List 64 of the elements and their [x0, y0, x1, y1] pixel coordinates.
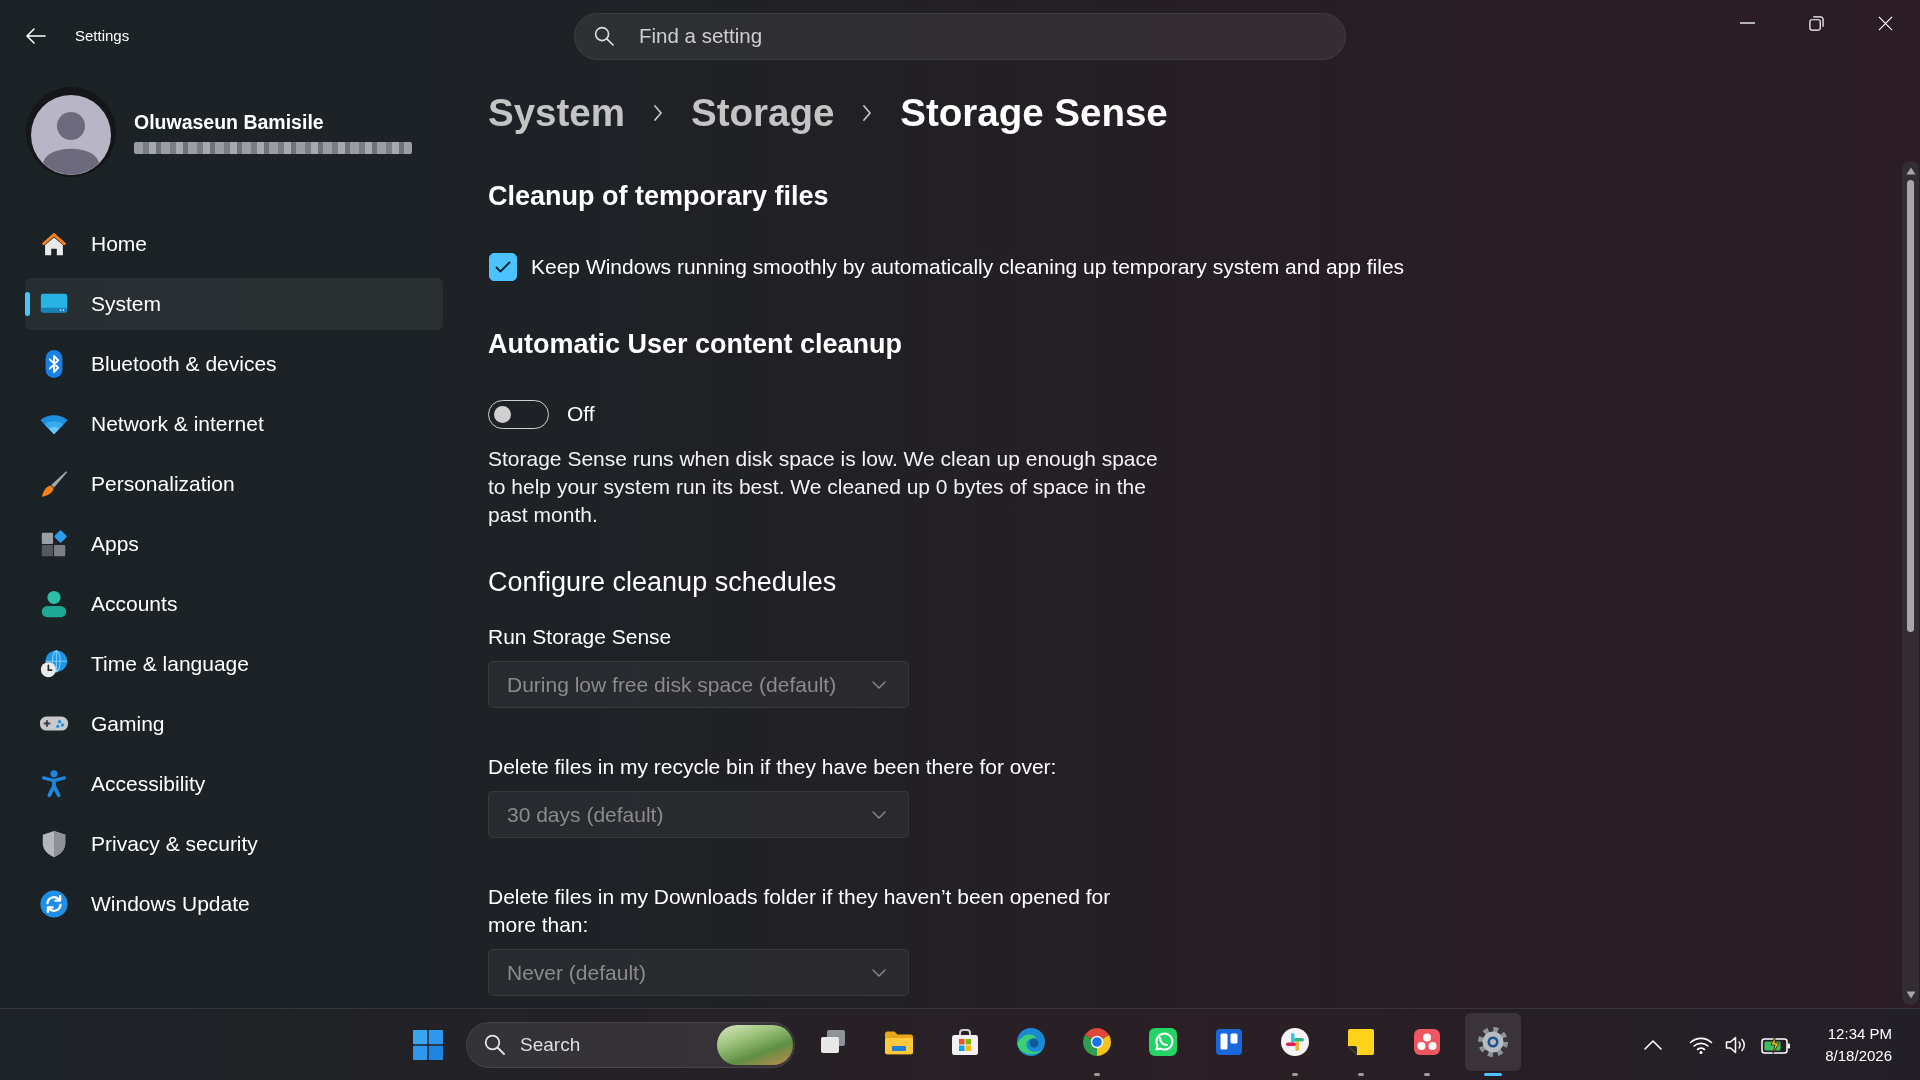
person-icon	[39, 589, 69, 619]
checkbox-label: Keep Windows running smoothly by automatically cleaning up temporary system and app files	[531, 255, 1405, 279]
accessibility-icon	[39, 769, 69, 799]
chevron-right-icon	[862, 104, 873, 122]
search-icon	[594, 25, 614, 46]
back-arrow-icon	[26, 28, 46, 44]
four-squares-icon	[413, 1029, 443, 1060]
chevron-right-icon	[652, 104, 663, 122]
globe-clock-icon	[39, 649, 69, 679]
account-name: Oluwaseun Bamisile	[134, 110, 325, 134]
taskbar-app-button[interactable]	[1465, 1012, 1521, 1071]
nav-item[interactable]: Home	[25, 218, 443, 270]
wave-circle-icon	[1015, 1025, 1047, 1058]
tricolor-circle-icon	[1081, 1025, 1113, 1058]
nav-item[interactable]: Time & language	[25, 638, 443, 690]
gear-icon	[1477, 1025, 1509, 1058]
minimize-icon	[1740, 22, 1755, 24]
close-icon	[1878, 15, 1893, 31]
section-heading: Cleanup of temporary files	[488, 180, 829, 213]
clock-date: 8/18/2026	[1825, 1045, 1892, 1066]
checkbox[interactable]	[489, 253, 517, 281]
setting-label: Delete files in my recycle bin if they have been there for over:	[488, 754, 1058, 780]
apps-grid-icon	[39, 529, 69, 559]
checkmark-icon	[495, 261, 511, 273]
wifi-icon[interactable]	[1689, 1035, 1714, 1054]
window-title: Settings	[75, 26, 130, 46]
restore-icon	[1809, 15, 1824, 31]
nav-item[interactable]: Windows Update	[25, 878, 443, 930]
scroll-up-arrow-icon[interactable]	[1905, 167, 1916, 175]
chevron-down-icon	[872, 680, 886, 689]
section-heading: Automatic User content cleanup	[488, 328, 903, 361]
sync-arrows-icon	[39, 889, 69, 919]
setting-label: Delete files in my Downloads folder if they haven’t been opened for more than:	[488, 884, 1112, 938]
nav-item[interactable]: Apps	[25, 518, 443, 570]
description-text: Storage Sense runs when disk space is low. We clean up enough space to help your system run its best. We cleaned up 0 bytes of space in the past month.	[488, 446, 1159, 528]
speaker-icon[interactable]	[1725, 1034, 1748, 1055]
chevron-down-icon	[872, 968, 886, 977]
nav-item[interactable]: Privacy & security	[25, 818, 443, 870]
setting-label: Run Storage Sense	[488, 624, 673, 650]
chevron-up-icon[interactable]	[1643, 1038, 1664, 1051]
nav-item[interactable]: System	[25, 278, 443, 330]
scroll-down-arrow-icon[interactable]	[1905, 991, 1916, 999]
breadcrumb-link[interactable]: Storage	[690, 89, 835, 137]
nav-item[interactable]: Bluetooth & devices	[25, 338, 443, 390]
scrollbar-thumb[interactable]	[1907, 180, 1914, 632]
subsection-heading: Configure cleanup schedules	[488, 566, 837, 599]
search-highlight-picture[interactable]	[717, 1024, 793, 1065]
selection-indicator	[25, 292, 30, 316]
toggle-state-label: Off	[567, 402, 595, 426]
clock-time: 12:34 PM	[1827, 1023, 1892, 1044]
paintbrush-icon	[39, 469, 69, 499]
nav-item[interactable]: Network & internet	[25, 398, 443, 450]
battery-charging-icon[interactable]	[1761, 1035, 1792, 1054]
nav-item[interactable]: Personalization	[25, 458, 443, 510]
chevron-down-icon	[872, 810, 886, 819]
chat-bubble-icon	[1147, 1025, 1179, 1058]
page-title: Storage Sense	[900, 90, 1168, 136]
search-icon	[484, 1034, 505, 1055]
nav-item[interactable]: Gaming	[25, 698, 443, 750]
breadcrumb-link[interactable]: System	[488, 89, 625, 137]
scrollbar-track[interactable]	[1902, 161, 1919, 1005]
nav-item[interactable]: Accounts	[25, 578, 443, 630]
hash-pinwheel-icon	[1279, 1025, 1311, 1058]
nav-item[interactable]: Accessibility	[25, 758, 443, 810]
